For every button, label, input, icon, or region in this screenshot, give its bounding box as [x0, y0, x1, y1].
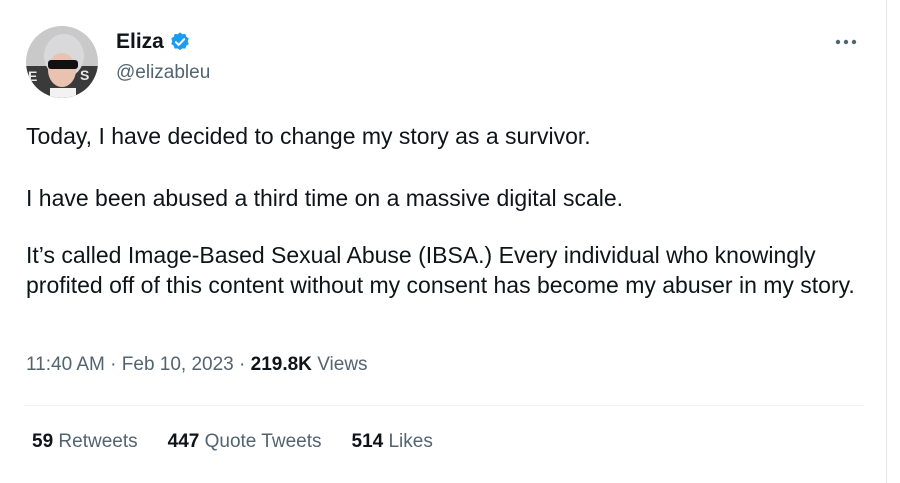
engagement-stats: 59 Retweets 447 Quote Tweets 514 Likes [32, 431, 463, 453]
card-border [886, 0, 887, 483]
ellipsis-icon[interactable] [834, 32, 858, 46]
tweet-card: E S Eliza @elizableu Today, I have decid… [0, 0, 880, 483]
tweet-text-paragraph: It’s called Image-Based Sexual Abuse (IB… [26, 242, 855, 298]
meta-separator: · [239, 354, 246, 375]
author-name-row[interactable]: Eliza [116, 30, 191, 54]
views-label: Views [317, 354, 368, 375]
quote-tweets-stat[interactable]: 447 Quote Tweets [168, 431, 322, 453]
retweets-label: Retweets [58, 431, 138, 452]
quote-tweets-count: 447 [167, 431, 200, 452]
verified-badge-icon [169, 31, 191, 53]
likes-label: Likes [388, 431, 433, 452]
tweet-text-paragraph: I have been abused a third time on a mas… [26, 185, 624, 211]
likes-stat[interactable]: 514 Likes [352, 431, 433, 453]
tweet-text-paragraph: Today, I have decided to change my story… [26, 123, 591, 149]
tweet-time[interactable]: 11:40 AM [26, 354, 105, 375]
divider [24, 405, 864, 406]
views-count: 219.8K [250, 354, 312, 375]
avatar[interactable]: E S [26, 26, 98, 98]
tweet-metadata: 11:40 AM · Feb 10, 2023 · 219.8K Views [26, 354, 368, 376]
likes-count: 514 [351, 431, 384, 452]
retweets-stat[interactable]: 59 Retweets [32, 431, 138, 453]
author-handle[interactable]: @elizableu [116, 62, 210, 84]
avatar-image: E S [26, 26, 98, 98]
svg-text:E: E [28, 68, 37, 84]
tweet-date[interactable]: Feb 10, 2023 [122, 354, 234, 375]
display-name[interactable]: Eliza [116, 30, 164, 54]
svg-text:S: S [80, 67, 89, 83]
retweets-count: 59 [32, 431, 54, 452]
meta-separator: · [110, 354, 117, 375]
quote-tweets-label: Quote Tweets [204, 431, 322, 452]
